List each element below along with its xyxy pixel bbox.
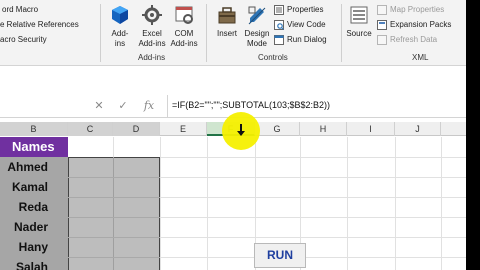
addins-group-label: Add-ins (138, 53, 166, 62)
record-macro-label: ord Macro (2, 5, 39, 14)
names-header-cell[interactable]: Names (0, 137, 68, 157)
run-dialog-label: Run Dialog (287, 35, 327, 44)
excel-addins-button[interactable]: Excel Add-ins (136, 4, 168, 52)
xml-source-button[interactable]: Source (344, 4, 374, 52)
record-macro-button[interactable]: ord Macro (0, 4, 98, 16)
refresh-data-icon (377, 35, 387, 45)
name-cell[interactable]: Nader (0, 217, 68, 237)
refresh-data-button[interactable]: Refresh Data (377, 34, 463, 46)
selected-range[interactable] (68, 157, 160, 270)
excel-addins-label-1: Excel (142, 29, 162, 38)
fx-icon[interactable]: fx (142, 99, 156, 112)
run-dialog-button[interactable]: Run Dialog (274, 34, 338, 46)
run-dialog-icon (274, 35, 284, 45)
column-header-j[interactable]: J (395, 122, 441, 136)
addins-label-2: ins (114, 39, 126, 48)
addins-button[interactable]: Add- ins (104, 4, 136, 52)
com-addins-label-1: COM (174, 29, 194, 38)
refresh-data-label: Refresh Data (390, 35, 438, 44)
column-header-k[interactable] (441, 122, 466, 136)
addins-icon (112, 6, 128, 24)
design-mode-label-1: Design (244, 29, 270, 38)
column-header-d[interactable]: D (113, 122, 160, 136)
selection-gridline (113, 157, 114, 270)
view-code-label: View Code (287, 20, 326, 29)
insert-label: Insert (216, 29, 237, 38)
group-divider (206, 4, 207, 62)
formula-buttons: ✕ ✓ fx (84, 95, 168, 117)
expansion-packs-button[interactable]: Expansion Packs (377, 19, 463, 31)
source-icon (350, 6, 368, 24)
developer-ribbon: ord Macro e Relative References acro Sec… (0, 0, 466, 66)
expansion-packs-label: Expansion Packs (390, 20, 452, 29)
insert-controls-button[interactable]: Insert (212, 4, 242, 52)
map-properties-label: Map Properties (390, 5, 445, 14)
group-divider (341, 4, 342, 62)
com-addins-label-2: Add-ins (170, 39, 198, 48)
name-cell[interactable]: Ahmed (0, 157, 68, 177)
relative-references-label: e Relative References (0, 20, 79, 29)
expansion-packs-icon (377, 20, 387, 30)
column-header-b[interactable]: B (0, 122, 68, 136)
map-properties-button[interactable]: Map Properties (377, 4, 463, 16)
addins-label-1: Add- (111, 29, 129, 38)
insert-toolbox-icon (218, 7, 236, 24)
com-addins-button[interactable]: COM Add-ins (168, 4, 200, 52)
xml-group-label: XML (412, 53, 429, 62)
properties-icon (274, 5, 284, 15)
excel-addins-gear-icon (142, 5, 162, 25)
view-code-button[interactable]: View Code (274, 19, 338, 31)
design-mode-button[interactable]: Design Mode (242, 4, 272, 52)
map-properties-icon (377, 5, 387, 15)
column-header-g[interactable]: G (255, 122, 300, 136)
column-header-e[interactable]: E (160, 122, 207, 136)
source-label: Source (346, 29, 372, 38)
enter-check-icon[interactable]: ✓ (116, 99, 130, 112)
view-code-icon (274, 20, 284, 30)
group-divider (100, 4, 101, 62)
name-cell[interactable]: Kamal (0, 177, 68, 197)
design-mode-icon (248, 6, 266, 25)
cancel-x-icon[interactable]: ✕ (92, 99, 106, 112)
name-cell[interactable]: Reda (0, 197, 68, 217)
formula-input[interactable]: =IF(B2="";"";SUBTOTAL(103;$B$2:B2)) (172, 100, 330, 110)
design-mode-label-2: Mode (246, 39, 267, 48)
column-header-i[interactable]: I (347, 122, 395, 136)
macro-security-label: acro Security (0, 35, 47, 44)
run-macro-button[interactable]: RUN (254, 243, 306, 268)
formula-bar-area (0, 66, 466, 94)
excel-window: ord Macro e Relative References acro Sec… (0, 0, 480, 270)
column-header-h[interactable]: H (300, 122, 347, 136)
mouse-cursor-icon (237, 124, 245, 136)
name-cell[interactable]: Hany (0, 237, 68, 257)
name-cell[interactable]: Salah (0, 257, 68, 270)
relative-references-button[interactable]: e Relative References (0, 19, 98, 31)
properties-button[interactable]: Properties (274, 4, 338, 16)
excel-addins-label-2: Add-ins (138, 39, 166, 48)
macro-security-button[interactable]: acro Security (0, 34, 98, 46)
black-border (466, 0, 480, 270)
column-header-c[interactable]: C (68, 122, 113, 136)
properties-label: Properties (287, 5, 324, 14)
com-addins-icon (175, 6, 193, 24)
controls-group-label: Controls (258, 53, 288, 62)
